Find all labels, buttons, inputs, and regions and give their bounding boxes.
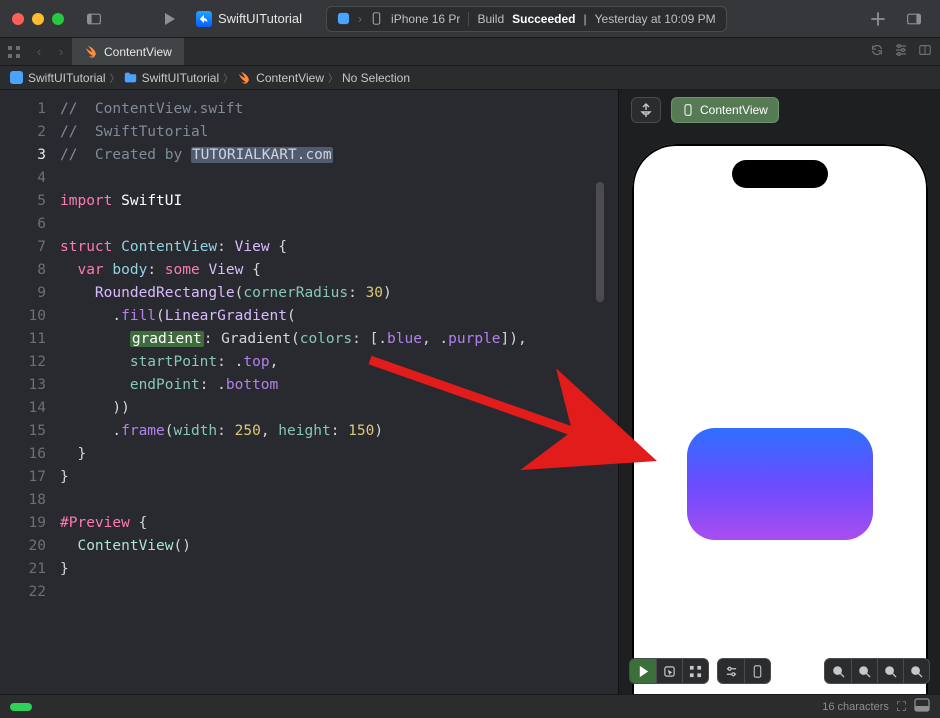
- crumb-folder-label: SwiftUITutorial: [142, 71, 220, 85]
- bottom-panel-icon[interactable]: [914, 698, 930, 715]
- device-icon: [370, 12, 383, 25]
- swift-file-icon: [84, 45, 98, 59]
- crumb-project[interactable]: SwiftUITutorial: [10, 71, 106, 85]
- device-icon: [682, 104, 694, 116]
- editor-tab-bar: ‹ › ContentView: [0, 38, 940, 66]
- zoom-fit-button[interactable]: [877, 659, 903, 683]
- preview-mode-group: [629, 658, 709, 684]
- source-editor[interactable]: 12345678910111213141516171819202122 // C…: [0, 90, 618, 694]
- project-icon-small: [10, 71, 23, 84]
- activity-led: [10, 703, 32, 711]
- device-settings-button[interactable]: [718, 659, 744, 683]
- related-items-button[interactable]: [0, 38, 28, 65]
- reload-icon[interactable]: [870, 43, 884, 60]
- device-frame: [632, 144, 928, 694]
- crumb-selection-label: No Selection: [342, 71, 410, 85]
- preview-bottom-bar: 1: [619, 658, 940, 684]
- preview-target-chip[interactable]: ContentView: [671, 97, 779, 123]
- svg-text:1: 1: [862, 668, 865, 673]
- editor-layout-icon[interactable]: [918, 43, 932, 60]
- canvas-preview: ContentView: [618, 90, 940, 694]
- crumb-folder[interactable]: SwiftUITutorial: [124, 71, 220, 85]
- crumb-project-label: SwiftUITutorial: [28, 71, 106, 85]
- zoom-window-button[interactable]: [52, 13, 64, 25]
- history-nav: ‹ ›: [28, 38, 72, 65]
- target-app-icon: [337, 12, 350, 25]
- crumb-selection[interactable]: No Selection: [342, 71, 410, 85]
- preview-target-label: ContentView: [700, 103, 768, 117]
- run-button[interactable]: [156, 7, 184, 31]
- jump-bar[interactable]: SwiftUITutorial 〉 SwiftUITutorial 〉 Cont…: [0, 66, 940, 90]
- line-gutter: 12345678910111213141516171819202122: [0, 90, 58, 694]
- activity-status[interactable]: › iPhone 16 Pr Build Succeeded | Yesterd…: [326, 6, 727, 32]
- orientation-button[interactable]: [744, 659, 770, 683]
- editor-scrollbar[interactable]: [596, 182, 604, 302]
- build-time: Yesterday at 10:09 PM: [595, 12, 716, 26]
- forward-button[interactable]: ›: [50, 38, 72, 65]
- window-traffic-lights: [12, 13, 64, 25]
- tab-contentview[interactable]: ContentView: [72, 38, 185, 65]
- minimize-window-button[interactable]: [32, 13, 44, 25]
- status-bar: 16 characters ⛶: [0, 694, 940, 718]
- variants-preview-button[interactable]: [682, 659, 708, 683]
- zoom-out-button[interactable]: [825, 659, 851, 683]
- titlebar: SwiftUITutorial › iPhone 16 Pr Build Suc…: [0, 0, 940, 38]
- build-status: Succeeded: [512, 12, 575, 26]
- tab-label: ContentView: [104, 45, 172, 59]
- line-endings-icon[interactable]: ⛶: [897, 699, 906, 715]
- crumb-file-label: ContentView: [256, 71, 324, 85]
- code-area[interactable]: // ContentView.swift// SwiftTutorial// C…: [58, 90, 527, 694]
- back-button[interactable]: ‹: [28, 38, 50, 65]
- selection-char-count: 16 characters: [822, 701, 889, 713]
- preview-toolbar: ContentView: [619, 90, 940, 130]
- zoom-group: 1: [824, 658, 930, 684]
- crumb-file[interactable]: ContentView: [237, 71, 324, 85]
- project-icon: [196, 11, 212, 27]
- add-button[interactable]: [864, 7, 892, 31]
- device-name: iPhone 16 Pr: [391, 12, 460, 26]
- zoom-in-button[interactable]: [903, 659, 929, 683]
- swift-file-icon: [237, 71, 251, 85]
- live-preview-button[interactable]: [630, 659, 656, 683]
- selectable-preview-button[interactable]: [656, 659, 682, 683]
- project-name: SwiftUITutorial: [218, 11, 302, 26]
- toggle-inspector-button[interactable]: [900, 7, 928, 31]
- close-window-button[interactable]: [12, 13, 24, 25]
- rendered-rounded-rectangle: [687, 428, 873, 540]
- build-label: Build: [477, 12, 504, 26]
- dynamic-island: [732, 160, 828, 188]
- device-stage[interactable]: [619, 130, 940, 694]
- pin-preview-button[interactable]: [631, 97, 661, 123]
- folder-icon: [124, 71, 137, 84]
- main-split: 12345678910111213141516171819202122 // C…: [0, 90, 940, 694]
- scheme-project[interactable]: SwiftUITutorial: [196, 11, 302, 27]
- toggle-navigator-button[interactable]: [80, 7, 108, 31]
- device-settings-group: [717, 658, 771, 684]
- zoom-actual-button[interactable]: 1: [851, 659, 877, 683]
- adjust-editor-icon[interactable]: [894, 43, 908, 60]
